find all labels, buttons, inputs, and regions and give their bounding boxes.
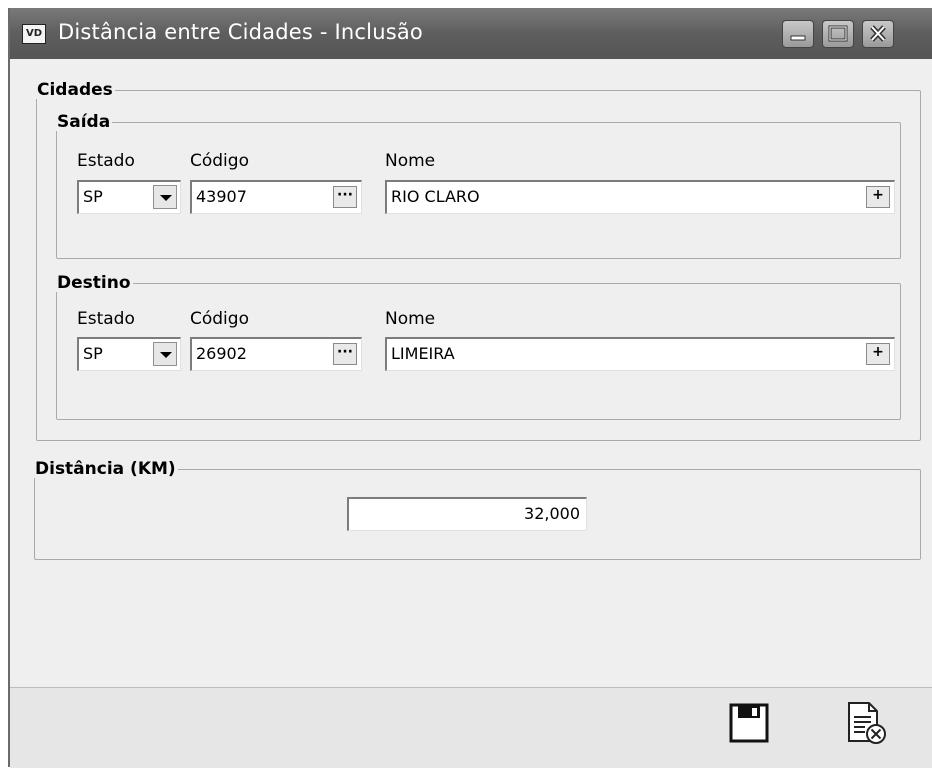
title-bar[interactable]: VD Distância entre Cidades - Inclusão (10, 8, 932, 59)
saida-estado-value: SP (83, 187, 103, 206)
saida-codigo-label: Código (190, 151, 249, 171)
minimize-icon (790, 35, 806, 41)
destino-nome-value: LIMEIRA (391, 344, 455, 363)
saida-nome-field[interactable]: RIO CLARO + (385, 180, 895, 214)
destino-estado-label: Estado (77, 309, 135, 329)
floppy-disk-icon[interactable] (728, 702, 770, 744)
destino-nome-label: Nome (385, 309, 436, 329)
document-cancel-icon[interactable] (843, 699, 889, 747)
destino-estado-select[interactable]: SP (77, 337, 181, 371)
window-title: Distância entre Cidades - Inclusão (58, 20, 423, 44)
chevron-down-icon[interactable] (153, 185, 177, 209)
saida-codigo-field[interactable]: 43907 ··· (190, 180, 362, 214)
destino-estado-value: SP (83, 344, 103, 363)
destino-codigo-label: Código (190, 309, 249, 329)
cidades-legend: Cidades (37, 80, 113, 100)
saida-legend: Saída (57, 112, 111, 132)
saida-estado-label: Estado (77, 151, 135, 171)
destino-nome-field[interactable]: LIMEIRA + (385, 337, 895, 371)
chevron-down-icon[interactable] (153, 342, 177, 366)
saida-estado-select[interactable]: SP (77, 180, 181, 214)
destino-legend: Destino (57, 273, 131, 293)
dialog-window: VD Distância entre Cidades - Inclusão Ci… (8, 8, 932, 768)
maximize-icon (828, 25, 848, 42)
destino-nome-add-button[interactable]: + (866, 343, 890, 365)
saida-codigo-value: 43907 (196, 187, 247, 206)
footer-toolbar (10, 687, 932, 768)
destino-codigo-field[interactable]: 26902 ··· (190, 337, 362, 371)
saida-nome-value: RIO CLARO (391, 187, 480, 206)
destino-codigo-lookup-button[interactable]: ··· (333, 343, 357, 365)
saida-codigo-lookup-button[interactable]: ··· (333, 186, 357, 208)
saida-nome-add-button[interactable]: + (866, 186, 890, 208)
app-logo: VD (22, 24, 46, 44)
minimize-button[interactable] (782, 20, 814, 48)
close-button[interactable] (862, 20, 894, 48)
saida-nome-label: Nome (385, 151, 436, 171)
close-icon (870, 25, 886, 42)
distancia-input[interactable]: 32,000 (347, 497, 587, 531)
destino-codigo-value: 26902 (196, 344, 247, 363)
distancia-legend: Distância (KM) (35, 459, 176, 479)
distancia-value: 32,000 (524, 504, 580, 523)
maximize-button[interactable] (822, 20, 854, 48)
